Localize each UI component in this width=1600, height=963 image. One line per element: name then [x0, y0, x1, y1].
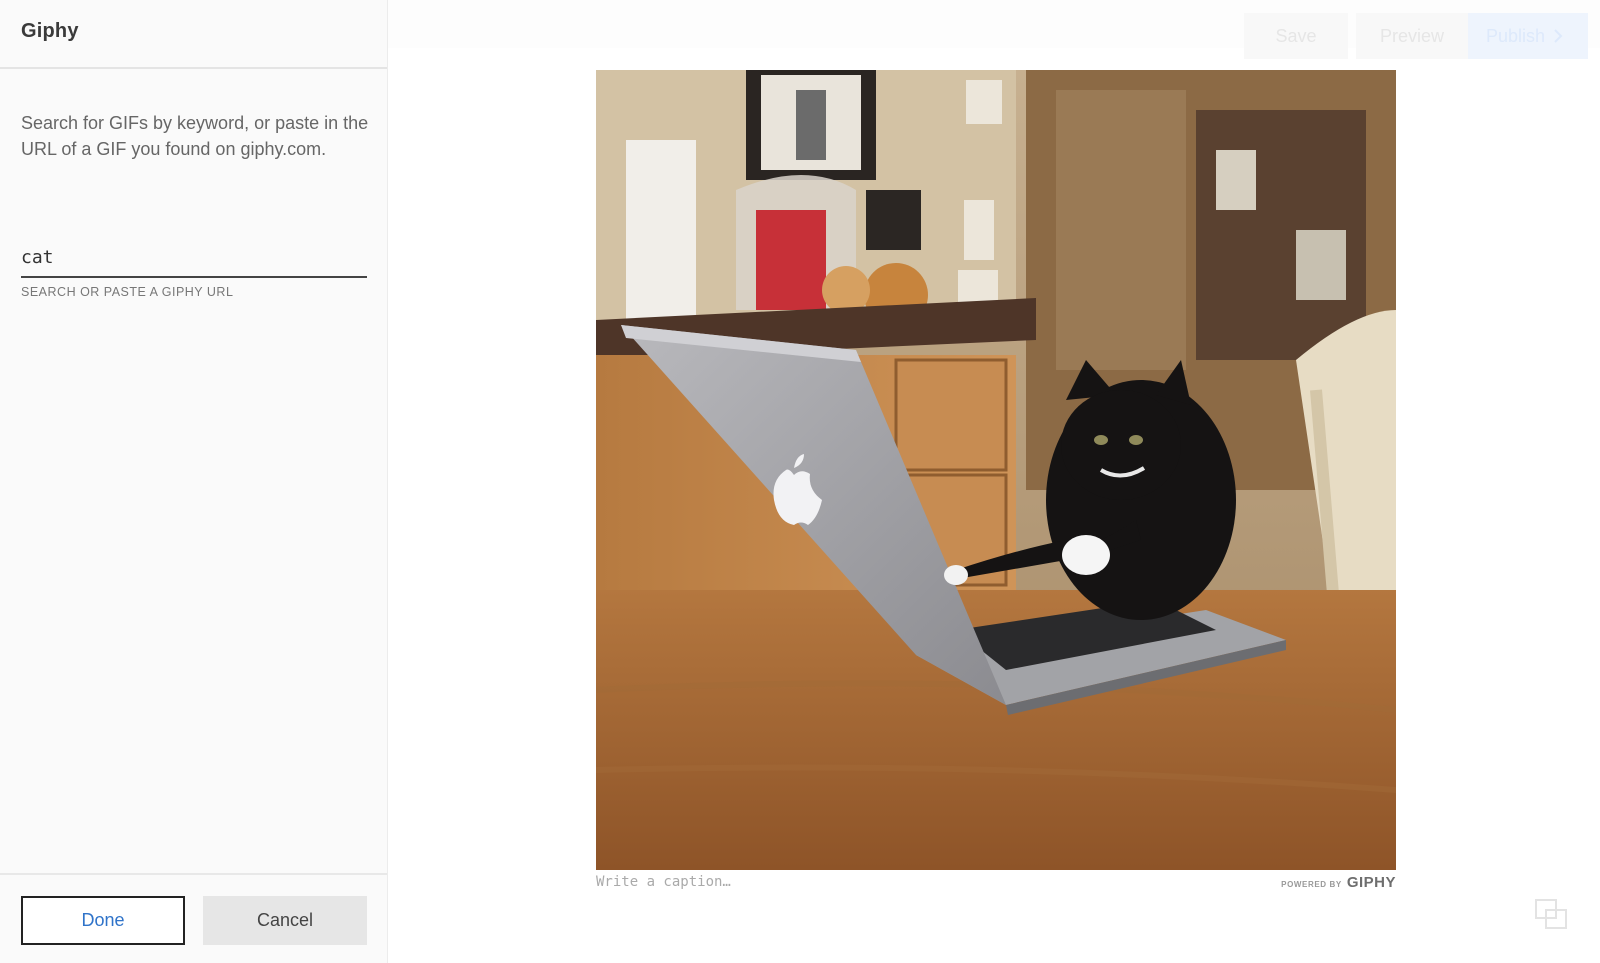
powered-by-label: POWERED BY [1281, 880, 1342, 889]
cancel-button[interactable]: Cancel [203, 896, 367, 945]
save-button[interactable]: Save [1244, 13, 1348, 59]
search-field: SEARCH OR PASTE A GIPHY URL [21, 238, 367, 299]
done-button[interactable]: Done [21, 896, 185, 945]
sidebar-footer: Done Cancel [0, 873, 387, 963]
preview-button[interactable]: Preview [1356, 13, 1468, 59]
giphy-sidebar: Giphy Search for GIFs by keyword, or pas… [0, 0, 388, 963]
giphy-wordmark: GIPHY [1346, 874, 1396, 891]
sidebar-header: Giphy [0, 0, 387, 69]
cat-typing-gif [596, 70, 1396, 870]
gif-image[interactable] [596, 70, 1396, 870]
caption-input[interactable]: Write a caption… [596, 874, 1196, 890]
search-hint: SEARCH OR PASTE A GIPHY URL [21, 285, 234, 299]
chevron-right-icon [1553, 26, 1563, 46]
overlap-squares-icon[interactable] [1534, 898, 1568, 930]
sidebar-title: Giphy [21, 20, 79, 42]
search-input[interactable] [21, 238, 367, 278]
publish-button[interactable]: Publish [1468, 13, 1588, 59]
sidebar-description: Search for GIFs by keyword, or paste in … [21, 113, 369, 159]
editor-toolbar: Save Preview Publish [388, 0, 1600, 59]
publish-label: Publish [1486, 25, 1546, 46]
powered-by-giphy: POWERED BY GIPHY [1281, 874, 1396, 891]
